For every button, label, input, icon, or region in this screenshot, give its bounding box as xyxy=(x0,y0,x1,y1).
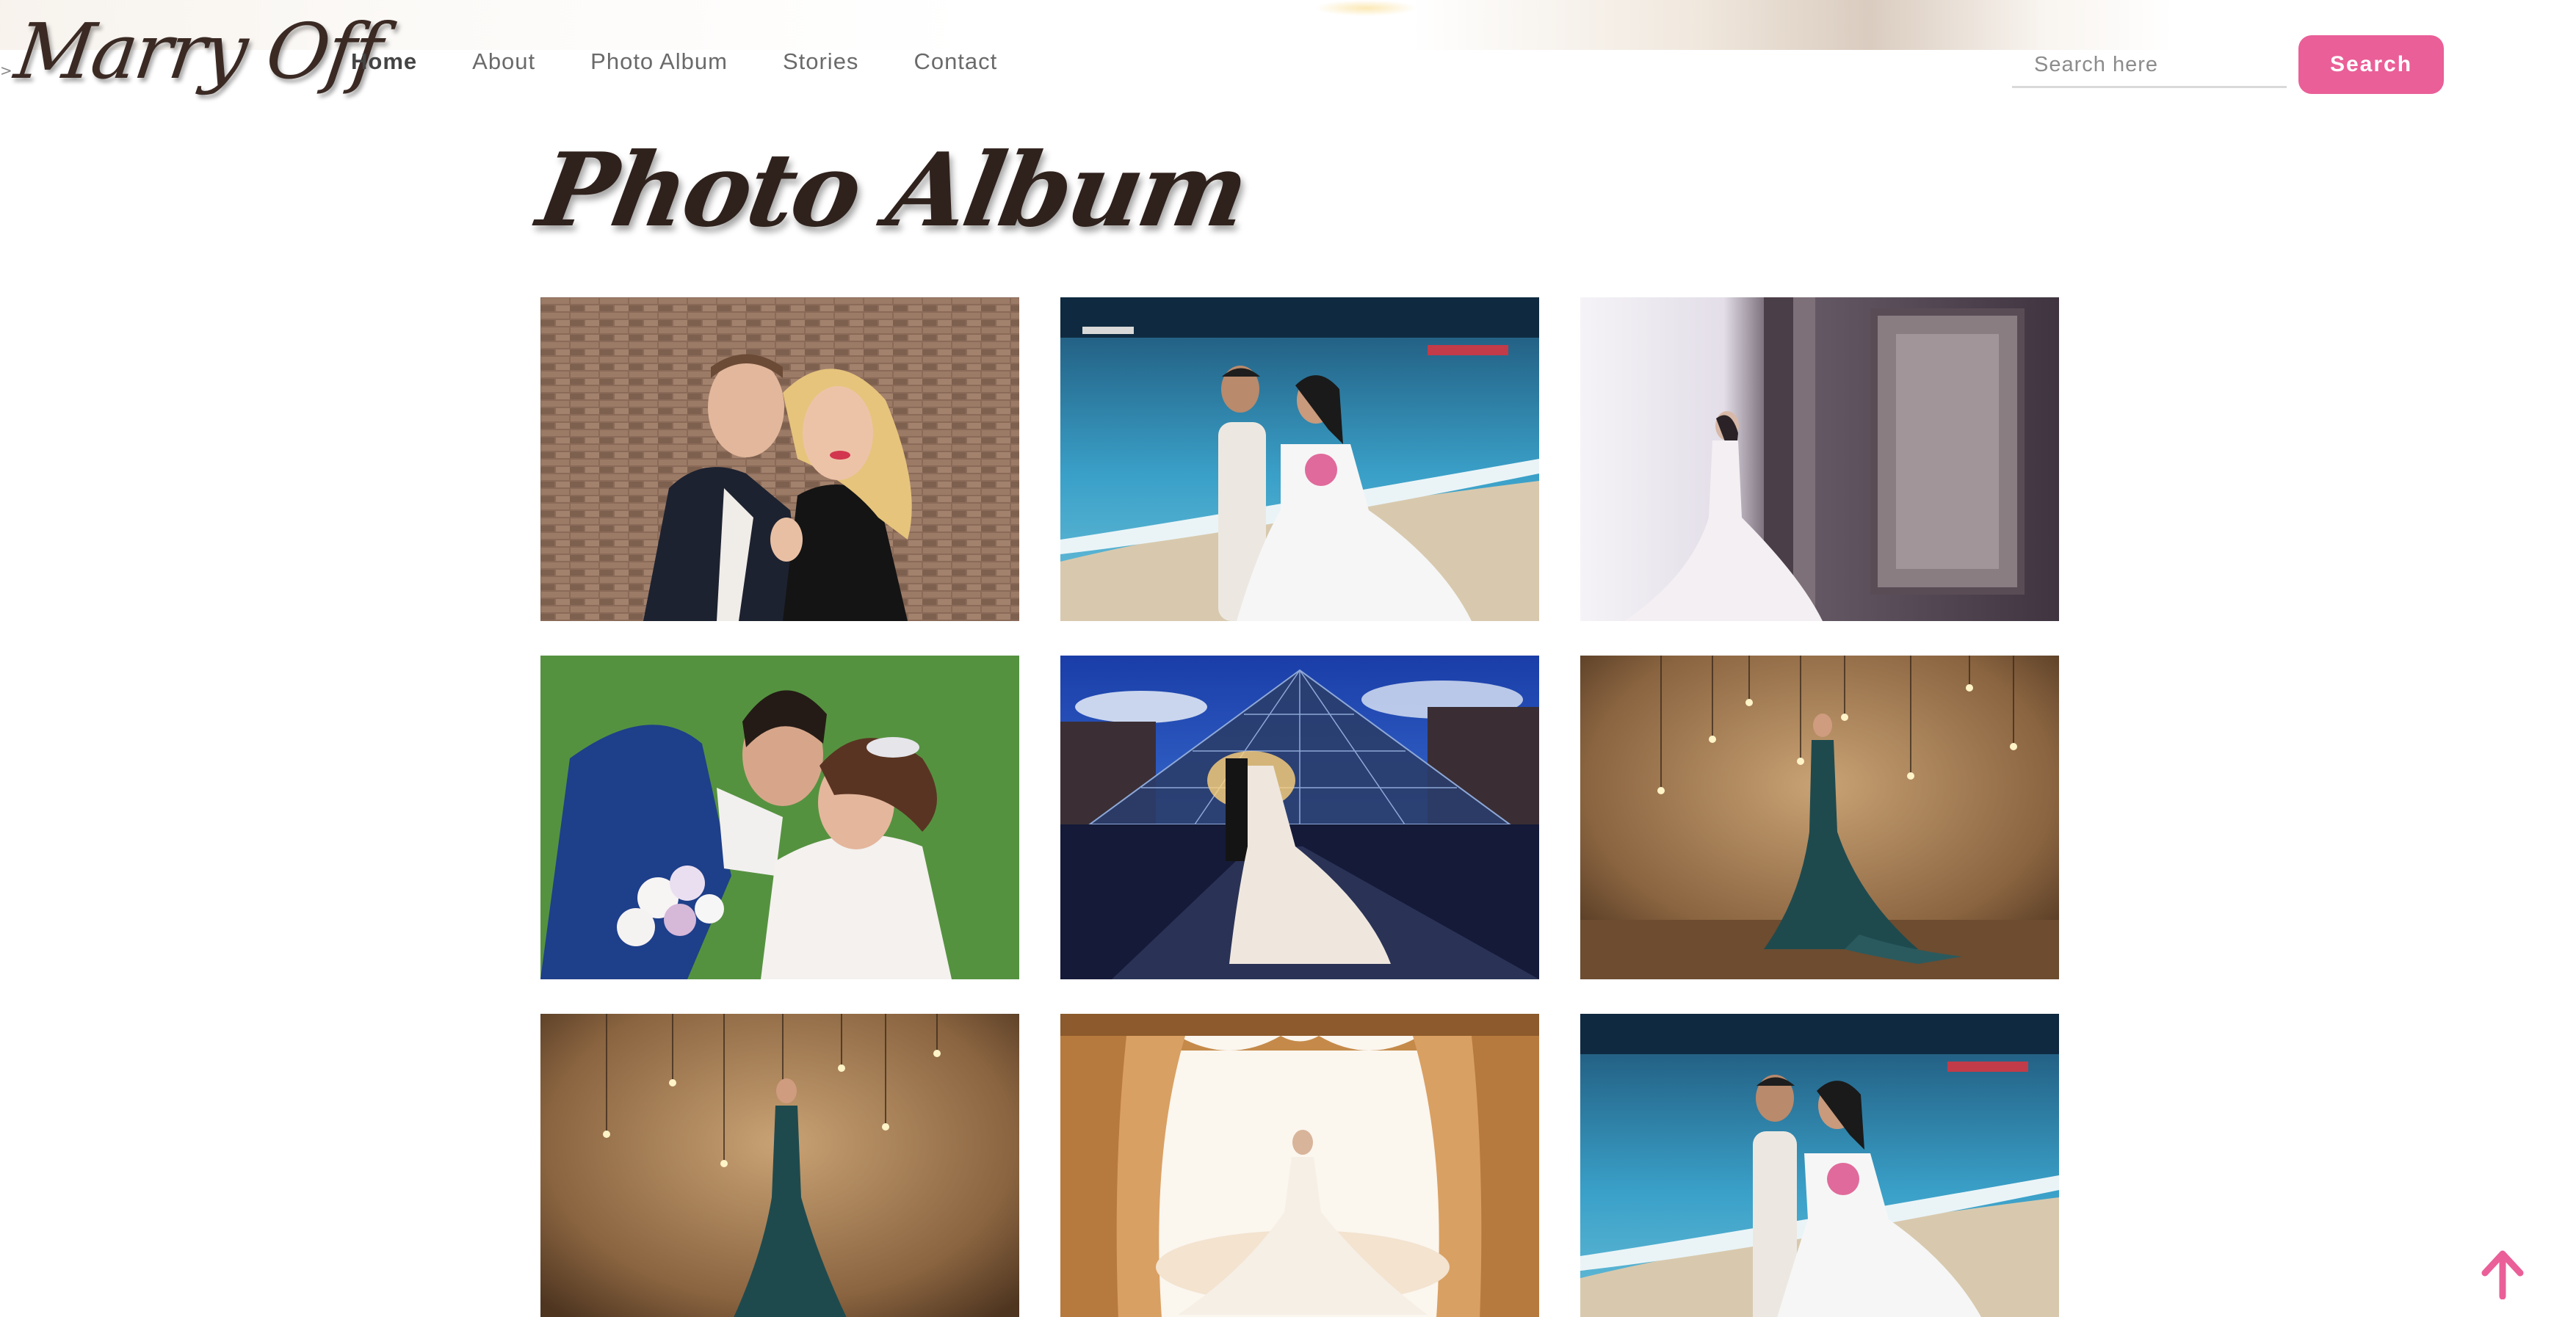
photo-image xyxy=(1060,1014,1539,1317)
photo-image xyxy=(1580,297,2059,621)
nav-item-stories[interactable]: Stories xyxy=(783,48,858,75)
nav-item-contact[interactable]: Contact xyxy=(913,48,997,75)
nav-item-photo-album[interactable]: Photo Album xyxy=(590,48,728,75)
nav-item-home[interactable]: Home xyxy=(351,48,417,75)
photo-couple-grass[interactable] xyxy=(540,656,1019,979)
search-button[interactable]: Search xyxy=(2298,35,2444,94)
photo-couple-seaside[interactable] xyxy=(1060,297,1539,621)
search-input[interactable] xyxy=(2012,44,2287,88)
photo-image xyxy=(540,1014,1019,1317)
site-logo[interactable]: Marry Off xyxy=(10,7,386,96)
photo-image xyxy=(1580,1014,2059,1317)
photo-image xyxy=(540,297,1019,621)
photo-image xyxy=(540,656,1019,979)
photo-bride-curtains[interactable] xyxy=(1060,1014,1539,1317)
photo-image xyxy=(1060,297,1539,621)
arrow-up-icon[interactable] xyxy=(2481,1248,2525,1300)
photo-image xyxy=(1060,656,1539,979)
main-nav: Home About Photo Album Stories Contact xyxy=(351,48,1052,75)
photo-bride-lights-wall[interactable] xyxy=(540,1014,1019,1317)
photo-bride-window[interactable] xyxy=(1580,297,2059,621)
photo-gallery xyxy=(540,297,2059,1317)
photo-couple-louvre-pyramid[interactable] xyxy=(1060,656,1539,979)
photo-couple-brick-wall[interactable] xyxy=(540,297,1019,621)
photo-bride-lights-wall[interactable] xyxy=(1580,656,2059,979)
photo-couple-seaside[interactable] xyxy=(1580,1014,2059,1317)
logo-marker-icon: > xyxy=(0,62,12,79)
nav-item-about[interactable]: About xyxy=(472,48,535,75)
photo-image xyxy=(1580,656,2059,979)
header-banner-glow xyxy=(1314,0,1417,16)
page-title: Photo Album xyxy=(529,130,1255,250)
